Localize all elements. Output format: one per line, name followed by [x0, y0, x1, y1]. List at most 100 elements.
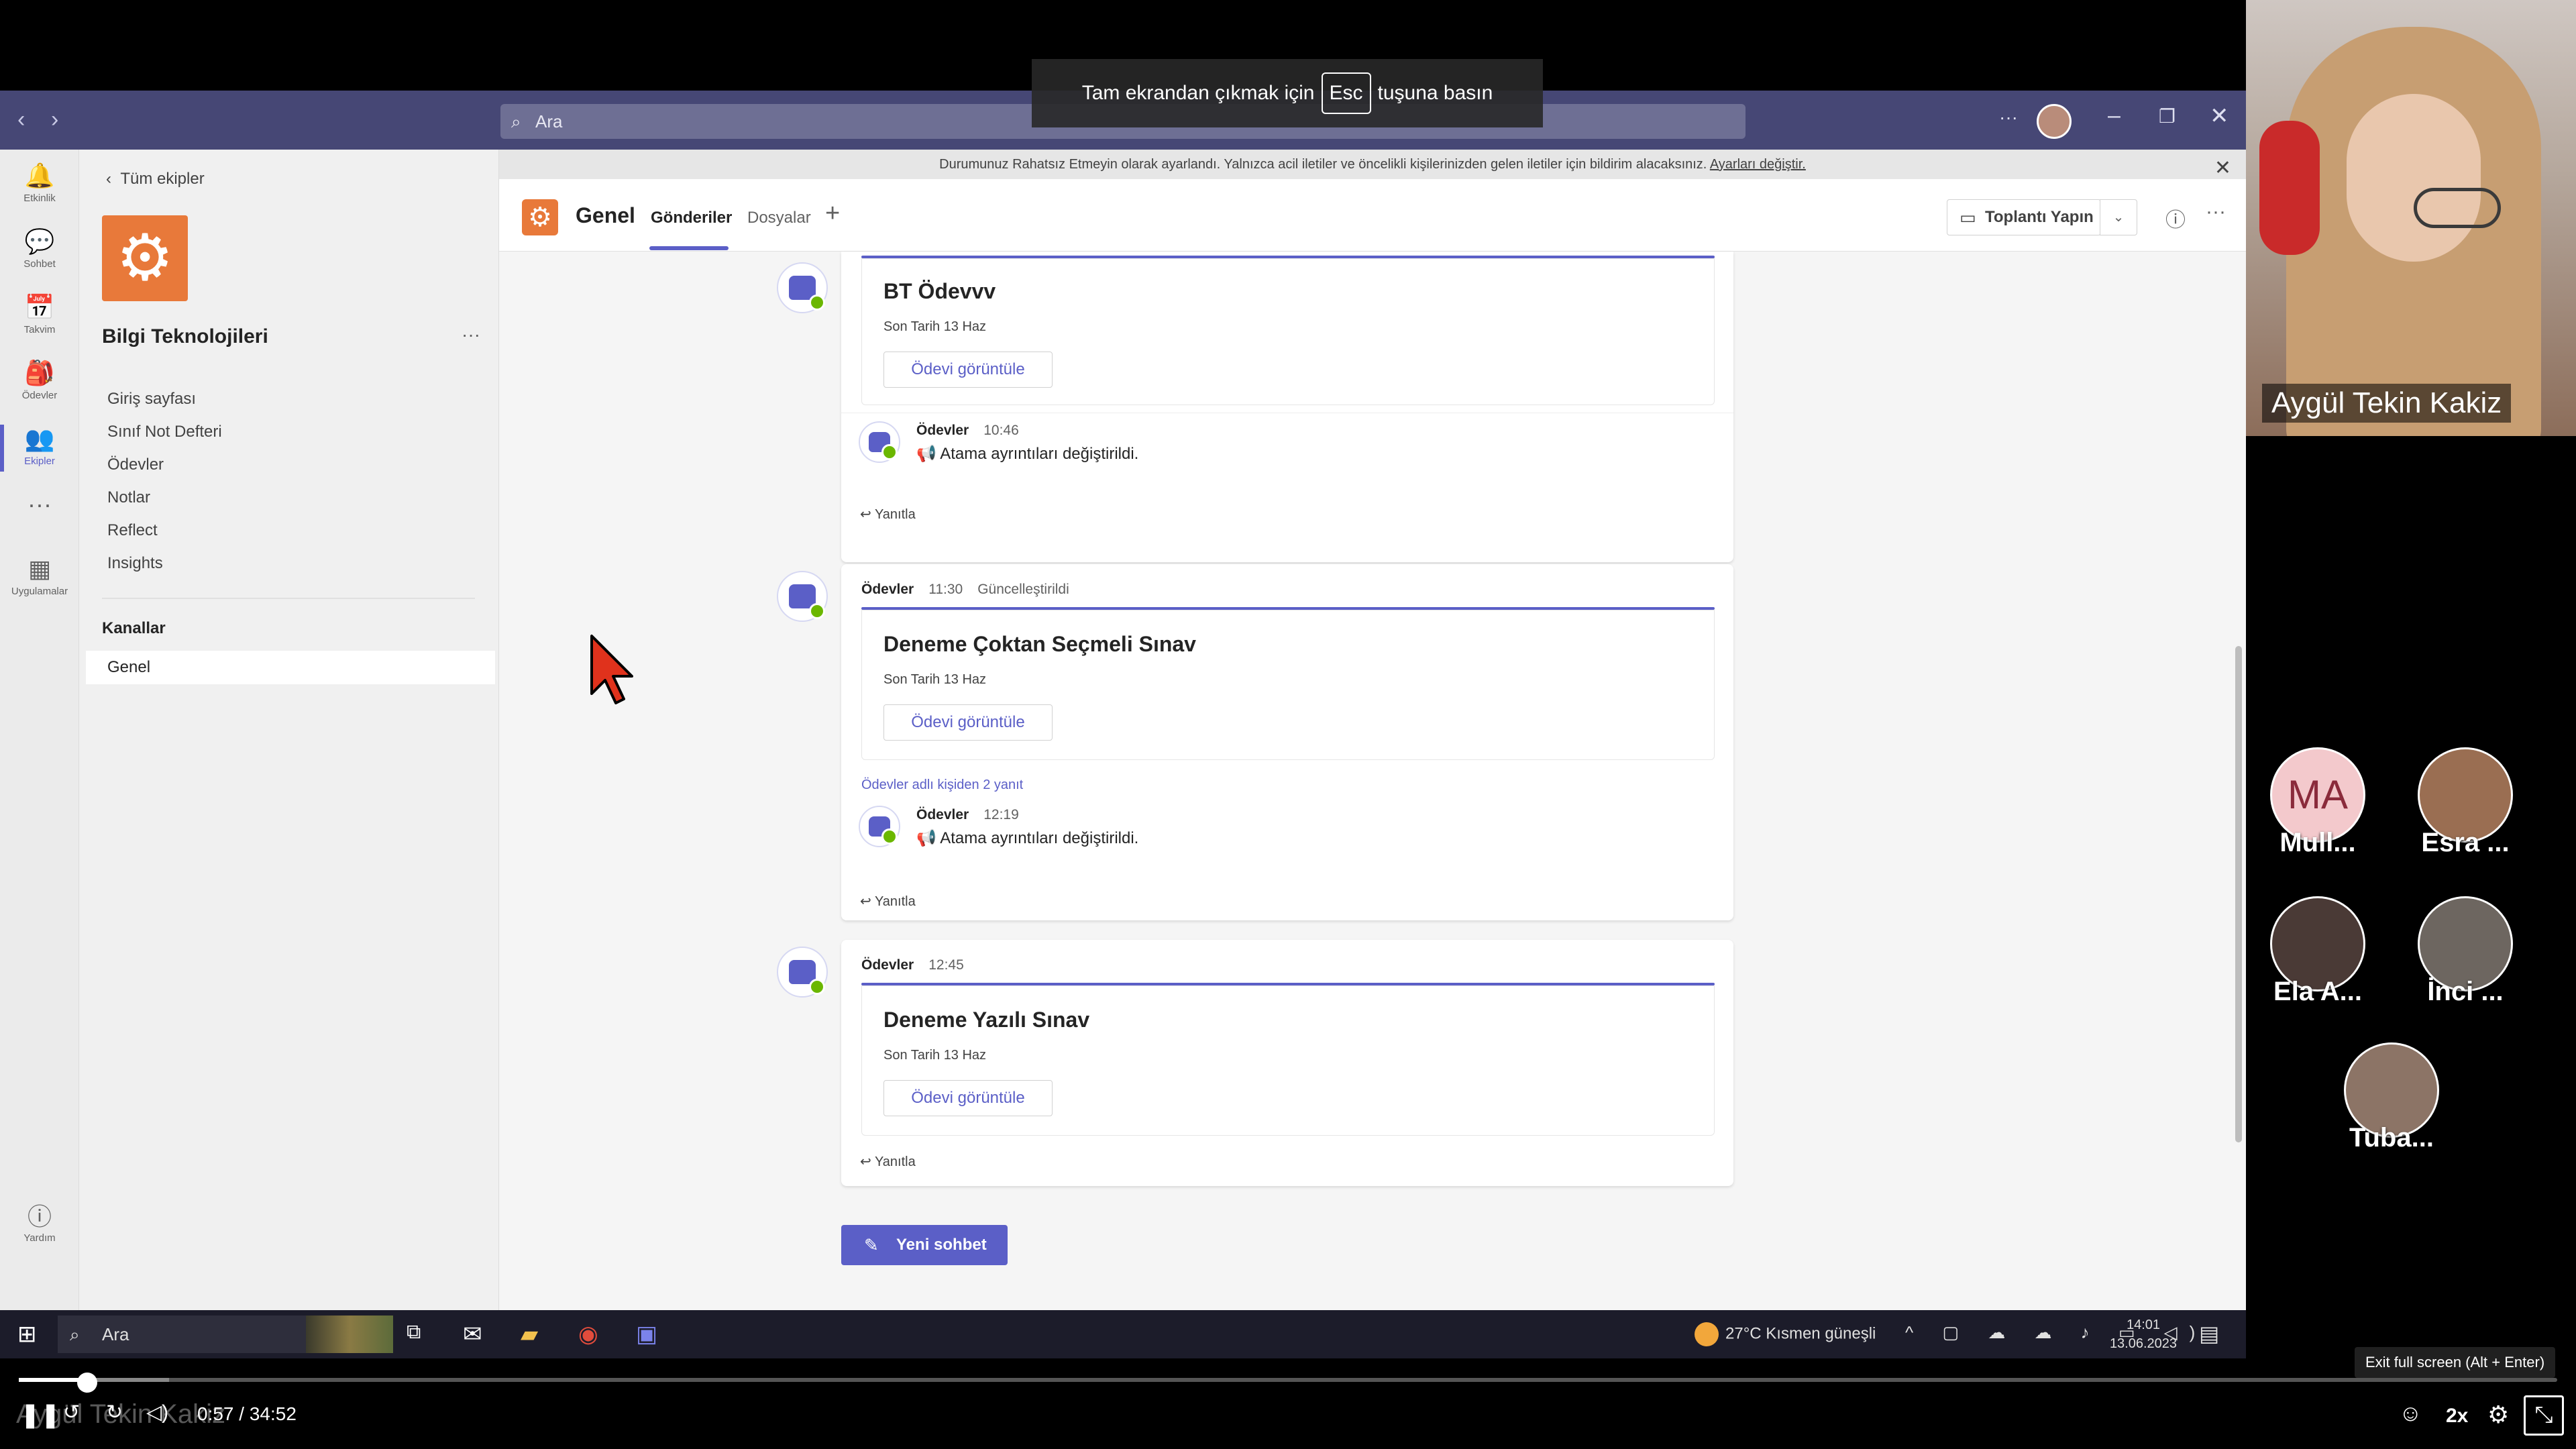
- chat-icon: 💬: [24, 227, 55, 255]
- back-arrow-icon[interactable]: ‹: [17, 107, 25, 133]
- tab-files[interactable]: Dosyalar: [747, 209, 811, 227]
- rail-calendar[interactable]: 📅 Takvim: [0, 293, 79, 335]
- team-tab-notebook[interactable]: Sınıf Not Defteri: [107, 423, 222, 441]
- team-tab-reflect[interactable]: Reflect: [107, 521, 158, 540]
- assignment-title: BT Ödevvv: [883, 279, 996, 303]
- minimize-icon[interactable]: –: [2108, 103, 2121, 129]
- weather-sun-icon: [1695, 1322, 1719, 1346]
- search-highlight-image: [306, 1316, 393, 1353]
- more-options-icon[interactable]: ···: [2206, 201, 2226, 223]
- taskbar-search[interactable]: ⌕ Ara: [58, 1316, 393, 1353]
- progress-bar[interactable]: [19, 1378, 2557, 1382]
- team-more-icon[interactable]: ···: [462, 324, 480, 345]
- active-tab-indicator: [649, 246, 729, 250]
- settings-gear-icon[interactable]: ⚙: [2487, 1401, 2509, 1429]
- headphones-image: [2259, 121, 2320, 255]
- fullscreen-exit-banner: Tam ekrandan çıkmak için Esc tuşuna basın: [1032, 59, 1543, 127]
- main-pane: Durumunuz Rahatsız Etmeyin olarak ayarla…: [499, 150, 2246, 1310]
- rail-teams[interactable]: 👥 Ekipler: [0, 425, 79, 472]
- participant-tile[interactable]: Tuba...: [2341, 1042, 2442, 1153]
- team-tab-grades[interactable]: Notlar: [107, 488, 150, 507]
- apps-icon: ▦: [28, 555, 51, 582]
- rail-apps[interactable]: ▦ Uygulamalar: [0, 555, 79, 597]
- rewind-10-icon[interactable]: ↺: [63, 1401, 80, 1424]
- post-deneme-coktan: Ödevler 11:30 Güncelleştirildi Deneme Çokt…: [841, 564, 1733, 920]
- assignment-title: Deneme Yazılı Sınav: [883, 1008, 1090, 1032]
- rail-chat[interactable]: 💬 Sohbet: [0, 227, 79, 270]
- exit-fullscreen-icon[interactable]: ⤡: [2524, 1395, 2564, 1436]
- rail-more[interactable]: ···: [0, 490, 79, 519]
- meet-button[interactable]: ▭ Toplantı Yapın: [1947, 199, 2101, 235]
- rail-activity[interactable]: 🔔 Etkinlik: [0, 162, 79, 204]
- taskbar-clock[interactable]: 14:01 13.06.2023: [2106, 1316, 2180, 1353]
- channel-header: ⚙ Genel Gönderiler Dosyalar + ▭ Toplantı …: [499, 179, 2246, 252]
- participant-name: İnci ...: [2427, 977, 2504, 1006]
- task-view-icon[interactable]: ⧉: [407, 1321, 421, 1344]
- reply-meta: Ödevler 10:46: [916, 423, 1019, 438]
- participant-tile[interactable]: İnci ...: [2415, 896, 2516, 1007]
- notifications-icon[interactable]: ▤: [2199, 1321, 2219, 1346]
- windows-start-icon[interactable]: ⊞: [17, 1321, 37, 1348]
- participant-tile[interactable]: Esra ...: [2415, 747, 2516, 858]
- reply-thread: Ödevler 10:46 📢 Atama ayrıntıları değişti…: [841, 413, 1733, 562]
- chrome-icon[interactable]: ◉: [578, 1321, 598, 1348]
- scrollbar[interactable]: [2235, 646, 2242, 1142]
- rail-assignments[interactable]: 🎒 Ödevler: [0, 359, 79, 401]
- reply-button[interactable]: ↩ Yanıtla: [860, 506, 916, 523]
- assignment-title: Deneme Çoktan Seçmeli Sınav: [883, 632, 1196, 656]
- info-icon[interactable]: ⓘ: [2165, 203, 2186, 233]
- change-settings-link[interactable]: Ayarları değiştir.: [1710, 157, 1806, 172]
- post-deneme-yazili: Ödevler 12:45 Deneme Yazılı Sınav Son Tar…: [841, 940, 1733, 1186]
- tab-posts[interactable]: Gönderiler: [651, 209, 732, 227]
- view-assignment-button[interactable]: Ödevi görüntüle: [883, 704, 1053, 741]
- all-teams-link[interactable]: ‹ Tüm ekipler: [106, 170, 205, 189]
- dnd-banner: Durumunuz Rahatsız Etmeyin olarak ayarla…: [499, 150, 2246, 179]
- view-assignment-button[interactable]: Ödevi görüntüle: [883, 1080, 1053, 1116]
- bell-icon: 🔔: [24, 162, 55, 189]
- new-conversation-button[interactable]: ✎ Yeni sohbet: [841, 1225, 1008, 1265]
- file-explorer-icon[interactable]: ▰: [521, 1321, 538, 1348]
- replies-count-link[interactable]: Ödevler adlı kişiden 2 yanıt: [861, 777, 1023, 793]
- reply-text: 📢 Atama ayrıntıları değiştirildi.: [916, 829, 1139, 847]
- playback-speed[interactable]: 2x: [2446, 1405, 2468, 1428]
- reply-text: 📢 Atama ayrıntıları değiştirildi.: [916, 445, 1139, 463]
- rail-help[interactable]: ⓘ Yardım: [0, 1197, 79, 1244]
- close-icon[interactable]: ✕: [2210, 103, 2229, 129]
- weather-widget[interactable]: 27°C Kısmen güneşli: [1695, 1322, 1876, 1346]
- chevron-down-icon[interactable]: ⌄: [2100, 199, 2137, 235]
- post-bt-odevvv: BT Ödevvv Son Tarih 13 Haz Ödevi görüntü…: [841, 252, 1733, 562]
- reply-button[interactable]: ↩ Yanıtla: [860, 1153, 916, 1170]
- view-assignment-button[interactable]: Ödevi görüntüle: [883, 352, 1053, 388]
- forward-arrow-icon[interactable]: ›: [51, 107, 58, 133]
- assignment-card: Deneme Çoktan Seçmeli Sınav Son Tarih 13…: [861, 610, 1715, 760]
- more-options-icon[interactable]: ···: [1999, 107, 2018, 128]
- assignment-card: BT Ödevvv Son Tarih 13 Haz Ödevi görüntü…: [861, 258, 1715, 405]
- compose-icon: ✎: [864, 1235, 879, 1255]
- mail-icon[interactable]: ✉: [463, 1321, 482, 1348]
- progress-knob[interactable]: [77, 1373, 98, 1393]
- volume-icon[interactable]: ◁): [146, 1401, 168, 1424]
- forward-10-icon[interactable]: ↻: [106, 1401, 123, 1424]
- help-icon: ⓘ: [27, 1203, 52, 1230]
- team-tab-home[interactable]: Giriş sayfası: [107, 390, 196, 409]
- participant-tile[interactable]: Ela A...: [2267, 896, 2368, 1007]
- audio-description-icon[interactable]: ☺: [2399, 1401, 2422, 1427]
- playback-time: 0:57 / 34:52: [197, 1403, 297, 1424]
- restore-icon[interactable]: ❐: [2159, 105, 2176, 127]
- team-tab-insights[interactable]: Insights: [107, 554, 163, 573]
- profile-avatar[interactable]: [2037, 104, 2072, 139]
- participant-name: Mull...: [2279, 828, 2356, 857]
- channel-item-genel[interactable]: Genel: [86, 651, 495, 684]
- pause-icon[interactable]: ❚❚: [20, 1401, 60, 1429]
- assignments-bot-avatar: [777, 262, 828, 313]
- participant-tile[interactable]: MA Mull...: [2267, 747, 2368, 858]
- team-logo: ⚙: [102, 215, 188, 301]
- windows-taskbar: ⊞ ⌕ Ara ⧉ ✉ ▰ ◉ ▣ 27°C Kısmen güneşli ^ …: [0, 1310, 2246, 1358]
- team-tab-assignments[interactable]: Ödevler: [107, 455, 164, 474]
- reply-button[interactable]: ↩ Yanıtla: [860, 893, 916, 910]
- add-tab-icon[interactable]: +: [825, 199, 840, 228]
- teams-taskbar-icon[interactable]: ▣: [636, 1321, 657, 1348]
- post-meta: Ödevler 11:30 Güncelleştirildi: [861, 582, 1069, 597]
- gear-icon: ⚙: [115, 222, 174, 294]
- participant-name: Tuba...: [2349, 1123, 2434, 1152]
